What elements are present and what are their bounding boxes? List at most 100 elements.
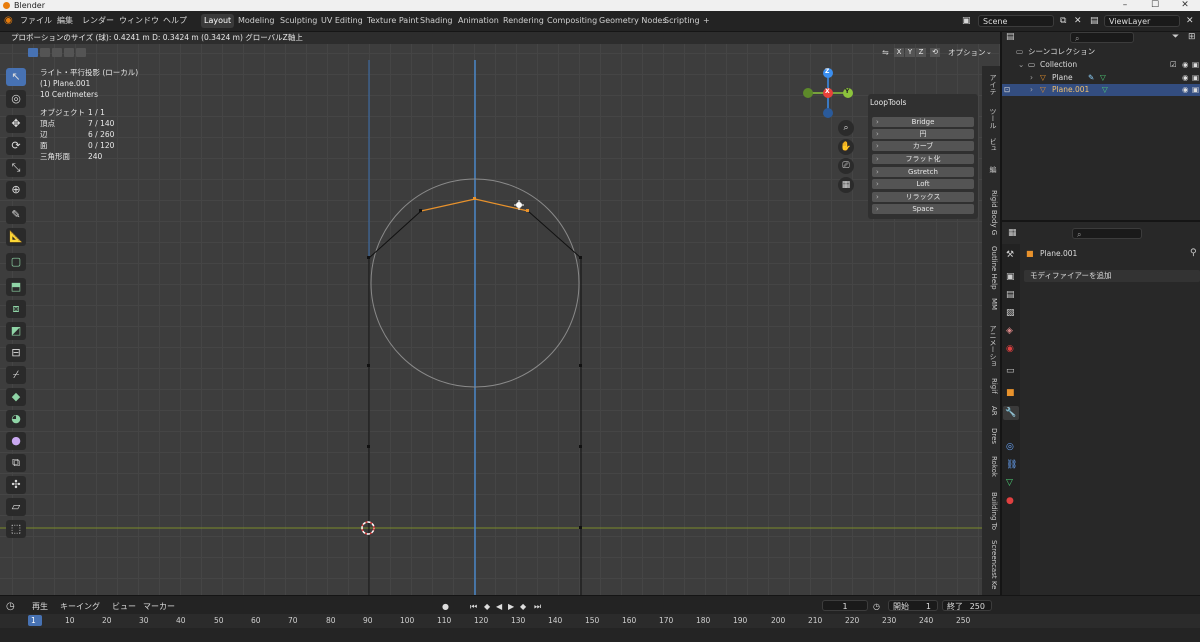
- outliner-item-plane-001[interactable]: ⊡ › ▽ Plane.001 ▽ ◉ ▣: [1002, 84, 1200, 96]
- new-collection-icon[interactable]: ⊞: [1188, 32, 1196, 42]
- tab-layout[interactable]: Layout: [201, 14, 235, 28]
- view-layer-icon[interactable]: ▤: [1090, 11, 1099, 31]
- looptools-flatten-button[interactable]: › フラット化: [872, 154, 974, 164]
- menu-window[interactable]: ウィンドウ: [119, 11, 159, 31]
- end-frame-field[interactable]: 終了 250: [942, 600, 992, 611]
- scale-tool[interactable]: ⤡: [6, 159, 26, 177]
- bevel-tool[interactable]: ◩: [6, 322, 26, 340]
- mirror-x-button[interactable]: X: [894, 48, 904, 57]
- modifier-properties-wrench-icon[interactable]: 🔧: [1003, 406, 1019, 420]
- pan-hand-icon[interactable]: ✋: [838, 139, 854, 155]
- transform-tool[interactable]: ⊕: [6, 181, 26, 199]
- select-mode-invert-icon[interactable]: [64, 48, 74, 57]
- tab-rendering[interactable]: Rendering: [500, 14, 547, 28]
- menu-edit[interactable]: 編集: [57, 11, 73, 31]
- tool-properties-icon[interactable]: ⚒: [1006, 250, 1014, 260]
- play-icon[interactable]: ▶: [508, 600, 514, 614]
- sidebar-tab-edit[interactable]: 編: [984, 166, 998, 173]
- collection-properties-icon[interactable]: ▭: [1006, 366, 1015, 376]
- annotate-tool[interactable]: ✎: [6, 206, 26, 224]
- options-chevron-down-icon[interactable]: ⌄: [986, 47, 992, 58]
- render-properties-icon[interactable]: ▣: [1006, 272, 1015, 282]
- menu-help[interactable]: ヘルプ: [163, 11, 187, 31]
- menu-playback[interactable]: 再生: [32, 600, 48, 614]
- zoom-icon[interactable]: ⌕: [838, 120, 854, 136]
- tab-texture-paint[interactable]: Texture Paint: [364, 14, 422, 28]
- tab-animation[interactable]: Animation: [455, 14, 502, 28]
- options-dropdown[interactable]: オプション: [948, 47, 986, 58]
- add-cube-tool[interactable]: ▢: [6, 253, 26, 271]
- sidebar-tab-rokok[interactable]: Rokok: [984, 456, 998, 477]
- scene-selector[interactable]: Scene: [978, 15, 1054, 27]
- sidebar-tab-building-tools[interactable]: Building To: [984, 492, 998, 530]
- tab-shading[interactable]: Shading: [417, 14, 456, 28]
- jump-start-icon[interactable]: ⏮: [470, 600, 477, 614]
- loop-cut-tool[interactable]: ⊟: [6, 344, 26, 362]
- sidebar-tab-rigid-body[interactable]: Rigid Body G: [984, 190, 998, 235]
- data-properties-icon[interactable]: ▽: [1006, 478, 1013, 488]
- tab-scripting[interactable]: Scripting: [661, 14, 703, 28]
- material-properties-icon[interactable]: ●: [1006, 496, 1014, 506]
- output-properties-icon[interactable]: ▤: [1006, 290, 1015, 300]
- tab-compositing[interactable]: Compositing: [544, 14, 600, 28]
- sidebar-tab-view[interactable]: ビュ: [984, 138, 998, 152]
- gizmo-x-label[interactable]: X: [825, 88, 830, 95]
- tab-modeling[interactable]: Modeling: [235, 14, 277, 28]
- gizmo-y-label[interactable]: Y: [845, 88, 849, 95]
- physics-properties-icon[interactable]: ◎: [1006, 442, 1014, 452]
- visibility-eye-icon[interactable]: ◉: [1182, 72, 1189, 84]
- mirror-icon[interactable]: ⇋: [882, 48, 892, 57]
- timeline-track-area[interactable]: [0, 628, 1200, 642]
- outliner-item-plane[interactable]: › ▽ Plane ✎ ▽ ◉ ▣: [1002, 72, 1200, 84]
- looptools-space-button[interactable]: › Space: [872, 204, 974, 214]
- select-mode-subtract-icon[interactable]: [52, 48, 62, 57]
- sidebar-tab-rigify[interactable]: Rigif: [984, 378, 998, 394]
- object-properties-icon[interactable]: ■: [1006, 388, 1015, 398]
- jump-end-icon[interactable]: ⏭: [534, 600, 541, 614]
- menu-marker[interactable]: マーカー: [143, 600, 175, 614]
- select-box-tool[interactable]: ↖: [6, 68, 26, 86]
- edit-mode-icon[interactable]: ⊡: [1004, 84, 1010, 96]
- mirror-y-button[interactable]: Y: [905, 48, 915, 57]
- grid-view-icon[interactable]: ▦: [838, 177, 854, 193]
- scene-close-icon[interactable]: ✕: [1074, 11, 1082, 31]
- extrude-tool[interactable]: ⬒: [6, 278, 26, 296]
- render-camera-icon[interactable]: ▣: [1192, 84, 1199, 96]
- close-button[interactable]: ✕: [1170, 0, 1200, 11]
- start-frame-field[interactable]: 開始 1: [888, 600, 938, 611]
- edge-slide-tool[interactable]: ⧉: [6, 454, 26, 472]
- knife-tool[interactable]: ⌿: [6, 366, 26, 384]
- outliner-filter-icon[interactable]: ⏷: [1172, 32, 1179, 42]
- add-workspace-button[interactable]: +: [700, 14, 713, 28]
- menu-file[interactable]: ファイル: [20, 11, 52, 31]
- measure-tool[interactable]: 📐: [6, 228, 26, 246]
- inset-tool[interactable]: ⧈: [6, 300, 26, 318]
- poly-build-tool[interactable]: ◆: [6, 388, 26, 406]
- looptools-circle-button[interactable]: › 円: [872, 129, 974, 139]
- scene-icon[interactable]: ▣: [962, 11, 971, 31]
- sidebar-tab-mm[interactable]: MM: [984, 298, 998, 310]
- looptools-curve-button[interactable]: › カーブ: [872, 141, 974, 151]
- view-layer-close-icon[interactable]: ✕: [1186, 11, 1194, 31]
- smooth-tool[interactable]: ●: [6, 432, 26, 450]
- tab-sculpting[interactable]: Sculpting: [277, 14, 320, 28]
- outliner-collection[interactable]: ⌄ ▭ Collection ☑ ◉ ▣: [1002, 59, 1200, 71]
- tab-uv-editing[interactable]: UV Editing: [318, 14, 366, 28]
- gizmo-z-label[interactable]: Z: [825, 68, 829, 75]
- mirror-z-button[interactable]: Z: [916, 48, 926, 57]
- sidebar-tab-item[interactable]: アイテ: [984, 74, 998, 95]
- cursor-tool[interactable]: ◎: [6, 90, 26, 108]
- sidebar-tab-tool[interactable]: ツール: [984, 108, 998, 129]
- minimize-button[interactable]: –: [1110, 0, 1140, 11]
- view-layer-selector[interactable]: ViewLayer: [1104, 15, 1180, 27]
- menu-render[interactable]: レンダー: [82, 11, 114, 31]
- visibility-eye-icon[interactable]: ◉: [1182, 59, 1189, 71]
- sidebar-tab-ar[interactable]: AR: [984, 406, 998, 416]
- select-mode-intersect-icon[interactable]: [76, 48, 86, 57]
- constraint-properties-icon[interactable]: ⛓: [1006, 460, 1017, 470]
- scene-copy-icon[interactable]: ⧉: [1060, 11, 1066, 31]
- properties-editor-icon[interactable]: ▦: [1008, 228, 1017, 238]
- auto-keying-record-icon[interactable]: ●: [442, 600, 449, 614]
- move-tool[interactable]: ✥: [6, 115, 26, 133]
- looptools-relax-button[interactable]: › リラックス: [872, 192, 974, 202]
